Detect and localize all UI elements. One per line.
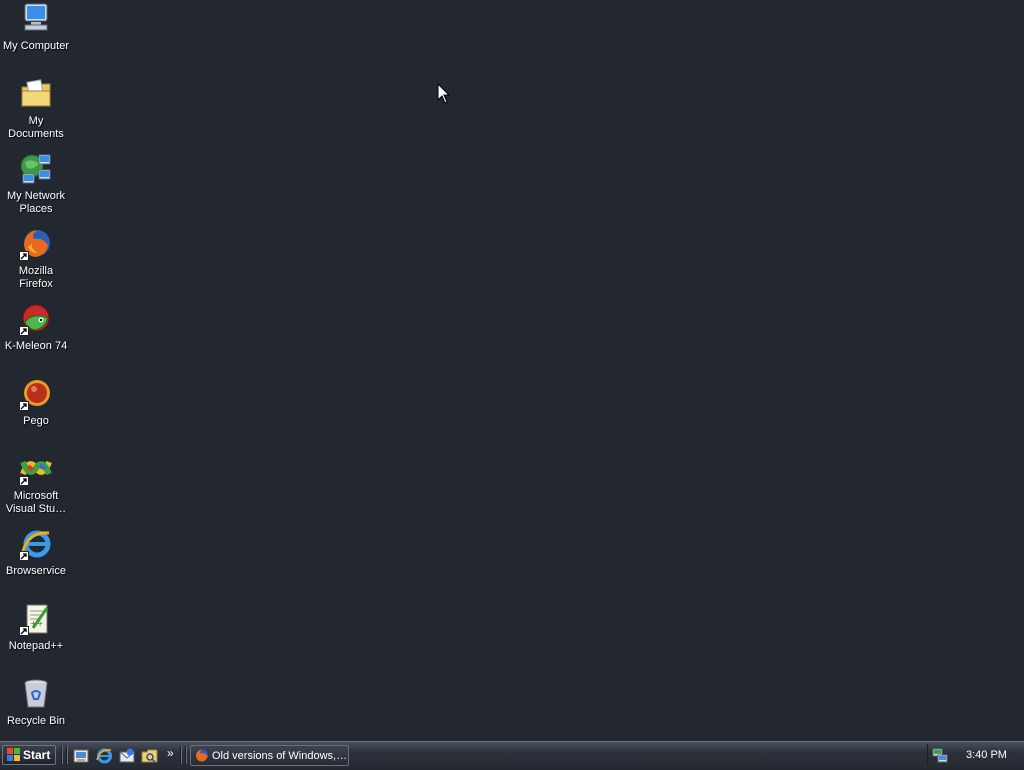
windows-explorer-icon[interactable] bbox=[141, 747, 159, 765]
desktop-icon-notepadpp[interactable]: ++ Notepad++ bbox=[0, 602, 72, 653]
shortcut-arrow-icon bbox=[19, 626, 29, 636]
desktop-icon-pego[interactable]: Pego bbox=[0, 377, 72, 428]
desktop-icon-label: Recycle Bin bbox=[6, 715, 66, 727]
desktop-icon-label: K-Meleon 74 bbox=[4, 340, 68, 352]
show-desktop-icon[interactable] bbox=[72, 747, 90, 765]
desktop-icon-label: Mozilla Firefox bbox=[18, 265, 54, 290]
computer-icon bbox=[19, 2, 53, 36]
desktop-icon-label: Microsoft Visual Stu… bbox=[5, 490, 67, 515]
outlook-express-icon[interactable] bbox=[118, 747, 136, 765]
svg-text:++: ++ bbox=[30, 619, 43, 628]
taskbar-separator bbox=[66, 746, 68, 764]
pego-icon bbox=[19, 377, 53, 411]
shortcut-arrow-icon bbox=[19, 251, 29, 261]
mouse-cursor-icon bbox=[437, 82, 451, 105]
network-places-icon bbox=[19, 152, 53, 186]
desktop-icon-browservice[interactable]: Browservice bbox=[0, 527, 72, 578]
taskbar: Start » Old versions of Windows,… 3:40 P… bbox=[0, 741, 1024, 768]
recycle-bin-icon bbox=[19, 677, 53, 711]
desktop-icon-my-documents[interactable]: My Documents bbox=[0, 77, 72, 141]
shortcut-arrow-icon bbox=[19, 551, 29, 561]
taskbar-button-firefox-window[interactable]: Old versions of Windows,… bbox=[190, 745, 349, 766]
notepadpp-icon: ++ bbox=[19, 602, 53, 636]
firefox-icon bbox=[194, 748, 209, 763]
desktop-icon-label: My Computer bbox=[2, 40, 70, 52]
shortcut-arrow-icon bbox=[19, 476, 29, 486]
visual-studio-icon bbox=[19, 452, 53, 486]
internet-explorer-icon[interactable] bbox=[95, 747, 113, 765]
start-label: Start bbox=[23, 748, 51, 762]
quick-launch-overflow-button[interactable]: » bbox=[167, 746, 174, 760]
desktop-icon-my-network-places[interactable]: My Network Places bbox=[0, 152, 72, 216]
task-button-label: Old versions of Windows,… bbox=[212, 749, 348, 762]
desktop-icon-k-meleon[interactable]: K-Meleon 74 bbox=[0, 302, 72, 353]
taskbar-separator bbox=[180, 746, 182, 764]
desktop-icon-label: My Network Places bbox=[6, 190, 66, 215]
desktop-icon-mozilla-firefox[interactable]: Mozilla Firefox bbox=[0, 227, 72, 291]
firefox-icon bbox=[19, 227, 53, 261]
taskbar-separator bbox=[185, 746, 187, 764]
kmeleon-icon bbox=[19, 302, 53, 336]
desktop-icon-label: Browservice bbox=[6, 565, 66, 577]
taskbar-separator bbox=[61, 746, 63, 764]
desktop[interactable]: My Computer My Documents My Network Plac… bbox=[0, 0, 1024, 741]
desktop-icon-label: Notepad++ bbox=[8, 640, 64, 652]
clock[interactable]: 3:40 PM bbox=[966, 749, 1007, 761]
shortcut-arrow-icon bbox=[19, 401, 29, 411]
internet-explorer-icon bbox=[19, 527, 53, 561]
windows-logo-icon bbox=[7, 748, 21, 762]
start-button[interactable]: Start bbox=[2, 745, 56, 765]
desktop-icon-my-computer[interactable]: My Computer bbox=[0, 2, 72, 53]
desktop-icon-microsoft-visual-studio[interactable]: Microsoft Visual Stu… bbox=[0, 452, 72, 516]
system-tray: 3:40 PM bbox=[927, 744, 1022, 766]
documents-folder-icon bbox=[19, 77, 53, 111]
desktop-icon-recycle-bin[interactable]: Recycle Bin bbox=[0, 677, 72, 728]
network-connection-icon[interactable] bbox=[932, 747, 948, 763]
desktop-icon-label: My Documents bbox=[8, 115, 64, 140]
shortcut-arrow-icon bbox=[19, 326, 29, 336]
desktop-icon-label: Pego bbox=[23, 415, 49, 427]
